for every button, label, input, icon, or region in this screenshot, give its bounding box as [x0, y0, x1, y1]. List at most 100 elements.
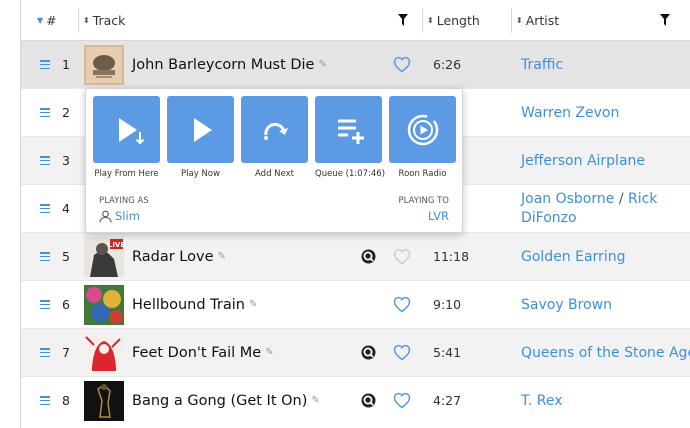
roon-radio-tile [389, 96, 456, 163]
column-number-label: # [46, 13, 57, 28]
live-badge-text: LIVE [108, 241, 124, 249]
track-number: 4 [62, 201, 70, 216]
artist-link[interactable]: Warren Zevon [521, 89, 619, 137]
edit-pin-icon[interactable]: ✎ [318, 41, 326, 89]
track-title-text: Radar Love [132, 249, 214, 265]
track-number: 7 [62, 345, 70, 360]
roon-radio-label: Roon Radio [398, 169, 447, 179]
edit-pin-icon[interactable]: ✎ [249, 281, 257, 329]
track-title-text: Bang a Gong (Get It On) [132, 393, 308, 409]
track-title[interactable]: Hellbound Train ✎ [132, 281, 257, 329]
drag-handle-icon[interactable] [40, 204, 50, 213]
favorite-heart-icon[interactable] [393, 296, 411, 313]
user-icon [99, 210, 112, 223]
drag-handle-icon[interactable] [40, 60, 50, 69]
playing-as-profile[interactable]: Slim [99, 209, 140, 223]
left-gutter [0, 0, 21, 428]
track-length: 9:10 [433, 297, 462, 312]
column-artist-label: Artist [525, 13, 560, 28]
table-row[interactable]: 8 Bang a Gong (Get It On) ✎ 4:27 T. Rex [0, 377, 690, 425]
track-title-text: Feet Don't Fail Me [132, 345, 262, 361]
track-title-text: Hellbound Train [132, 297, 245, 313]
favorite-heart-icon[interactable] [393, 392, 411, 409]
queue-tile [315, 96, 382, 163]
artist-link[interactable]: Golden Earring [521, 233, 625, 281]
roon-radio-button[interactable]: Roon Radio [389, 96, 456, 179]
play-from-here-button[interactable]: Play From Here [93, 96, 160, 179]
sort-descending-icon: ▼ [37, 16, 44, 25]
table-header: ▼ # ⬍ Track ⬍ Length ⬍ Artist [21, 0, 690, 41]
play-now-tile [167, 96, 234, 163]
favorite-heart-icon[interactable] [393, 344, 411, 361]
drag-handle-icon[interactable] [40, 252, 50, 261]
track-title-text: John Barleycorn Must Die [132, 57, 315, 73]
qobuz-icon [361, 393, 376, 408]
column-number-header[interactable]: ▼ # [37, 0, 57, 41]
table-row[interactable]: 5 LIVE Radar Love ✎ 11:18 Golden Earring [0, 233, 690, 281]
track-filter-icon[interactable] [398, 13, 408, 27]
artist-separator: / [618, 191, 624, 207]
qobuz-icon [361, 345, 376, 360]
table-row[interactable]: 7 Feet Don't Fail Me ✎ 5:41 Queens of the… [0, 329, 690, 377]
column-length-label: Length [436, 13, 480, 28]
add-next-tile [241, 96, 308, 163]
add-next-icon [263, 122, 288, 140]
column-artist-header[interactable]: ⬍ Artist [516, 0, 559, 41]
drag-handle-icon[interactable] [40, 300, 50, 309]
table-row[interactable]: 1 John Barleycorn Must Die ✎ 6:26 Traffic [0, 41, 690, 89]
play-from-here-tile [93, 96, 160, 163]
track-length: 11:18 [433, 249, 470, 264]
artist-link[interactable]: Joan Osborne [521, 191, 614, 207]
playing-to-zone[interactable]: LVR [428, 209, 449, 223]
album-art [84, 333, 124, 373]
album-art [84, 45, 124, 85]
favorite-heart-icon[interactable] [393, 56, 411, 73]
artist-link[interactable]: Queens of the Stone Age [521, 329, 690, 377]
artist-filter-icon[interactable] [660, 13, 670, 27]
sort-icon: ⬍ [83, 16, 90, 25]
track-title[interactable]: Radar Love ✎ [132, 233, 226, 281]
track-title[interactable]: John Barleycorn Must Die ✎ [132, 41, 327, 89]
artist-link[interactable]: Savoy Brown [521, 281, 612, 329]
artist-link[interactable]: T. Rex [521, 377, 563, 425]
album-art [84, 381, 124, 421]
queue-button[interactable]: Queue (1:07:46) [315, 96, 386, 179]
track-length: 4:27 [433, 393, 462, 408]
album-art: LIVE [84, 237, 124, 277]
column-divider [78, 8, 79, 33]
artist-link[interactable]: Traffic [521, 41, 563, 89]
artist-link[interactable]: Rick [628, 191, 657, 207]
drag-handle-icon[interactable] [40, 348, 50, 357]
play-now-button[interactable]: Play Now [167, 96, 234, 179]
add-next-button[interactable]: Add Next [241, 96, 308, 179]
column-divider [422, 8, 423, 33]
drag-handle-icon[interactable] [40, 108, 50, 117]
column-divider [511, 8, 512, 33]
table-row[interactable]: 6 Hellbound Train ✎ 9:10 Savoy Brown [0, 281, 690, 329]
playing-as-caption: PLAYING AS [99, 196, 149, 206]
column-track-label: Track [92, 13, 126, 28]
drag-handle-icon[interactable] [40, 156, 50, 165]
queue-label: Queue (1:07:46) [315, 169, 386, 179]
play-now-label: Play Now [181, 169, 220, 179]
play-now-icon [193, 117, 212, 142]
track-title[interactable]: Bang a Gong (Get It On) ✎ [132, 377, 320, 425]
artist-link-continued[interactable]: DiFonzo [521, 210, 577, 226]
drag-handle-icon[interactable] [40, 396, 50, 405]
roon-radio-icon [407, 114, 438, 145]
edit-pin-icon[interactable]: ✎ [311, 377, 319, 425]
playing-as-value: Slim [115, 209, 140, 223]
column-track-header[interactable]: ⬍ Track [83, 0, 125, 41]
playing-to-caption: PLAYING TO [398, 196, 449, 206]
sort-icon: ⬍ [427, 16, 434, 25]
column-length-header[interactable]: ⬍ Length [427, 0, 480, 41]
track-title[interactable]: Feet Don't Fail Me ✎ [132, 329, 274, 377]
track-length: 5:41 [433, 345, 462, 360]
sort-icon: ⬍ [516, 16, 523, 25]
favorite-heart-icon[interactable] [393, 248, 411, 265]
track-number: 6 [62, 297, 70, 312]
queue-add-icon [337, 119, 364, 144]
artist-link[interactable]: Jefferson Airplane [521, 137, 645, 185]
edit-pin-icon[interactable]: ✎ [218, 233, 226, 281]
edit-pin-icon[interactable]: ✎ [265, 329, 273, 377]
